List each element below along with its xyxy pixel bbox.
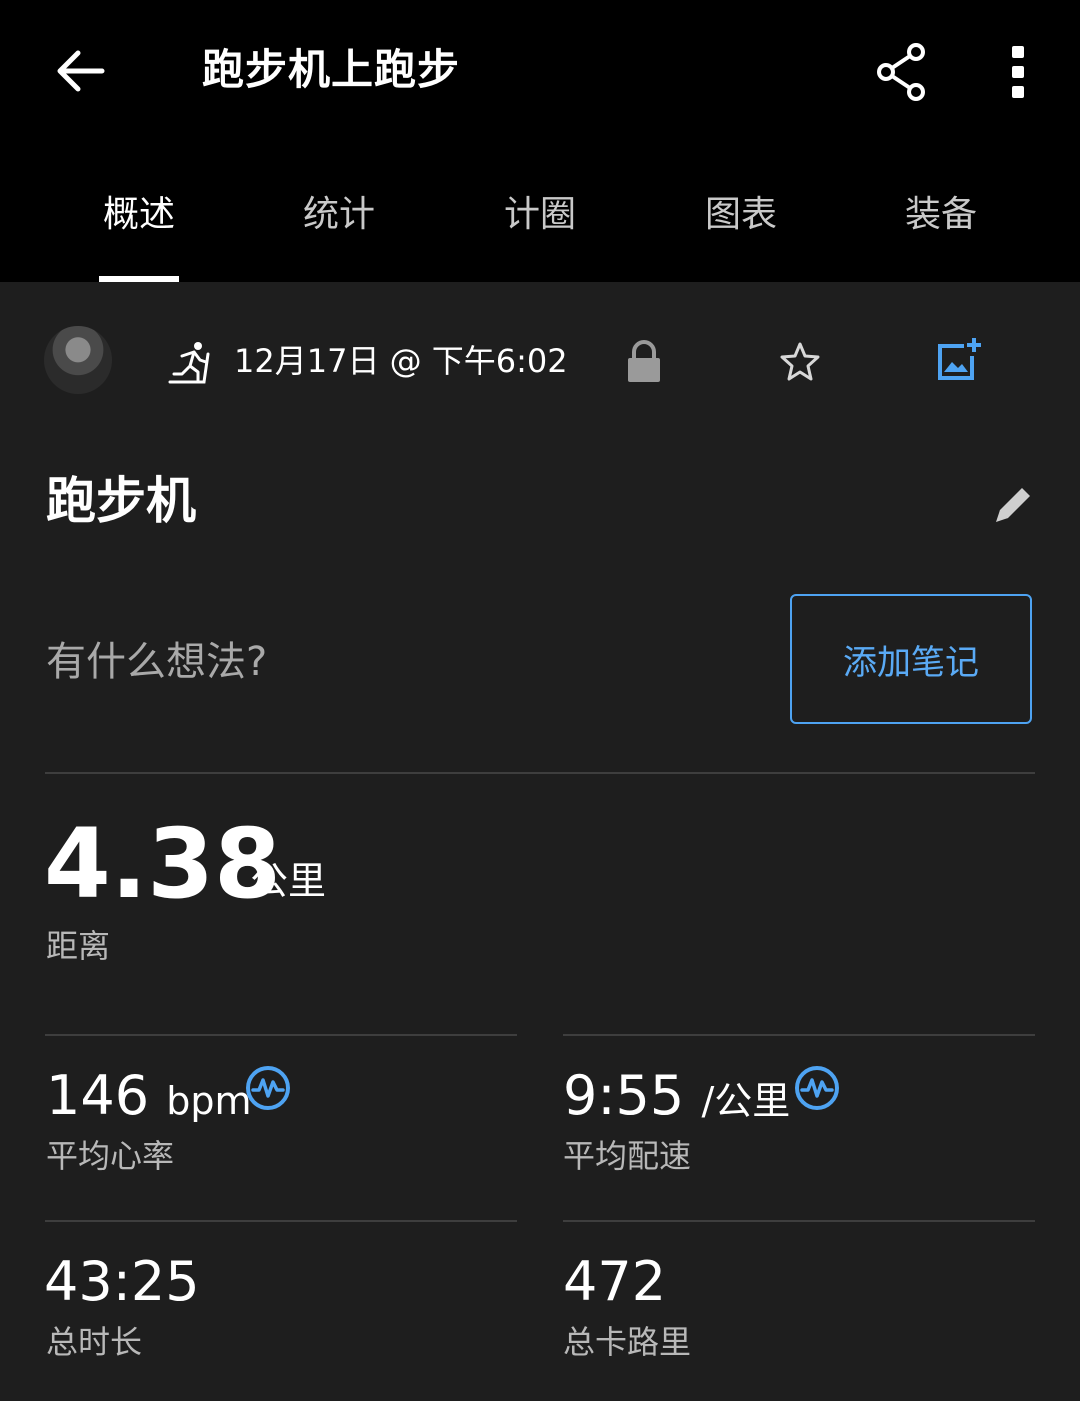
total-duration-label: 总时长 <box>46 1323 143 1361</box>
total-calories-value: 472 <box>563 1250 667 1313</box>
treadmill-run-icon <box>168 342 210 384</box>
tab-overview[interactable]: 概述 <box>49 190 229 240</box>
avg-pace-label: 平均配速 <box>563 1137 692 1175</box>
activity-name: 跑步机 <box>46 472 196 530</box>
divider <box>45 1220 517 1222</box>
tab-bar: 概述 统计 计圈 图表 装备 <box>0 170 1080 282</box>
distance-value: 4.38 <box>44 808 281 920</box>
divider <box>45 772 1035 774</box>
divider <box>563 1034 1035 1036</box>
divider <box>45 1034 517 1036</box>
back-button[interactable] <box>40 35 120 107</box>
tab-gear[interactable]: 装备 <box>851 190 1031 240</box>
total-duration-value: 43:25 <box>44 1250 200 1313</box>
more-options-button[interactable] <box>990 36 1046 108</box>
avg-heart-rate-value: 146 <box>46 1064 150 1127</box>
pace-zone-icon[interactable] <box>793 1064 841 1112</box>
share-icon <box>877 43 925 101</box>
total-calories-label: 总卡路里 <box>563 1323 692 1361</box>
avg-heart-rate-unit: bpm <box>166 1079 252 1123</box>
add-note-button[interactable]: 添加笔记 <box>790 594 1032 724</box>
heart-rate-zone-icon[interactable] <box>244 1064 292 1112</box>
arrow-left-icon <box>57 50 105 92</box>
notes-prompt: 有什么想法? <box>46 639 268 685</box>
activity-datetime: 12月17日 @ 下午6:02 <box>234 342 568 380</box>
avg-heart-rate: 146 bpm <box>46 1064 252 1133</box>
lock-icon[interactable] <box>624 340 664 384</box>
avatar[interactable] <box>44 326 112 394</box>
app-bar: 跑步机上跑步 概述 统计 计圈 图表 装备 <box>0 0 1080 282</box>
avg-pace-value: 9:55 <box>563 1064 685 1127</box>
page-title: 跑步机上跑步 <box>202 45 461 94</box>
avg-pace: 9:55 /公里 <box>563 1064 790 1133</box>
add-photo-icon[interactable] <box>934 336 982 384</box>
active-tab-indicator <box>99 276 179 282</box>
star-outline-icon[interactable] <box>778 340 822 384</box>
avg-heart-rate-label: 平均心率 <box>46 1137 175 1175</box>
avg-pace-unit: /公里 <box>701 1079 791 1123</box>
pencil-icon[interactable] <box>988 480 1038 530</box>
divider <box>563 1220 1035 1222</box>
distance-unit: 公里 <box>250 859 327 903</box>
tab-stats[interactable]: 统计 <box>249 190 429 240</box>
distance-label: 距离 <box>46 927 111 965</box>
tab-charts[interactable]: 图表 <box>651 190 831 240</box>
tab-laps[interactable]: 计圈 <box>450 190 630 240</box>
share-button[interactable] <box>866 36 938 108</box>
more-vert-icon <box>1012 46 1024 98</box>
